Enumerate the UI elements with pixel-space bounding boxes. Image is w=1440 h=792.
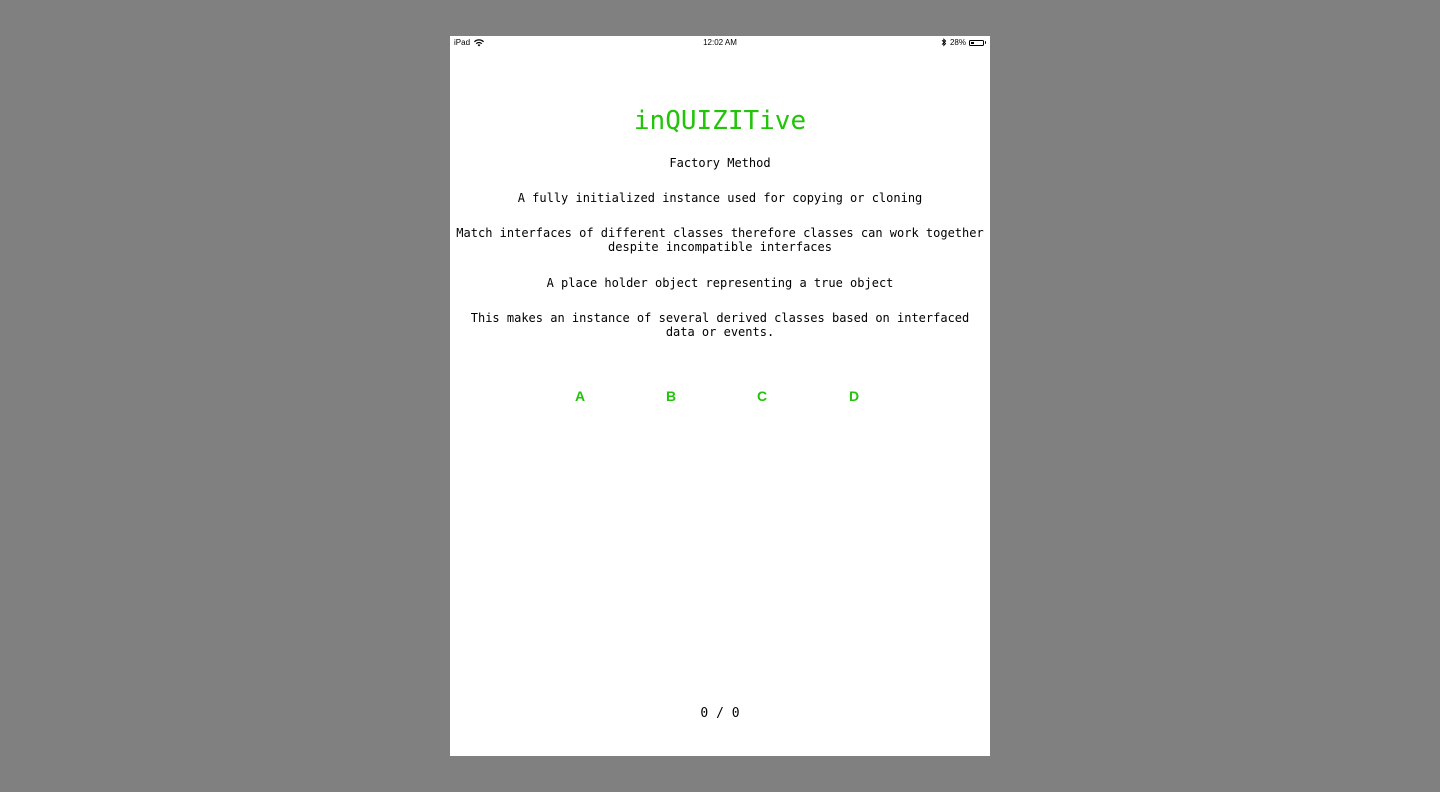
question-text: Factory Method	[669, 156, 771, 170]
answer-d-button[interactable]: D	[834, 386, 874, 406]
option-d-text: This makes an instance of several derive…	[470, 311, 970, 339]
ipad-screen: iPad 12:02 AM 28% inQUIZITive Factory Me…	[450, 36, 990, 756]
status-right: 28%	[941, 38, 986, 47]
score-counter: 0 / 0	[700, 706, 740, 721]
battery-percent: 28%	[949, 38, 966, 47]
battery-tip	[984, 41, 986, 44]
stage-background: iPad 12:02 AM 28% inQUIZITive Factory Me…	[0, 0, 1440, 792]
battery-fill	[971, 41, 975, 44]
battery-body	[969, 39, 984, 46]
app-title: inQUIZITive	[633, 106, 807, 136]
status-bar: iPad 12:02 AM 28%	[450, 36, 990, 50]
option-b-text: Match interfaces of different classes th…	[456, 226, 984, 254]
answer-a-button[interactable]: A	[560, 386, 600, 406]
bluetooth-icon	[941, 38, 947, 47]
status-time: 12:02 AM	[703, 38, 737, 47]
battery-icon	[969, 39, 986, 46]
option-c-text: A place holder object representing a tru…	[546, 276, 894, 290]
answer-b-button[interactable]: B	[651, 386, 691, 406]
option-a-text: A fully initialized instance used for co…	[517, 191, 923, 205]
answer-c-button[interactable]: C	[742, 386, 782, 406]
answer-buttons: A B C D	[450, 386, 990, 406]
